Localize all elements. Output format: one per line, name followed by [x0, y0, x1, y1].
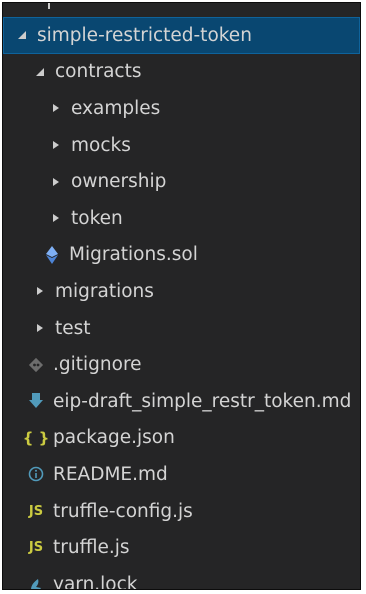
collapsed-arrow-icon	[33, 323, 47, 333]
tree-item-label: test	[55, 317, 91, 339]
collapsed-arrow-icon	[49, 103, 63, 113]
solidity-icon	[43, 245, 61, 264]
json-braces-icon: { }	[22, 428, 50, 447]
tree-file-package-json[interactable]: { } package.json	[3, 420, 360, 457]
git-icon	[27, 357, 45, 373]
tree-file-yarn-lock[interactable]: yarn.lock	[3, 566, 360, 590]
info-icon	[27, 466, 45, 482]
markdown-download-icon	[27, 392, 45, 410]
expanded-arrow-icon	[33, 67, 47, 77]
tree-file-truffle-config-js[interactable]: JS truffle-config.js	[3, 493, 360, 530]
file-explorer-panel: simple-restricted-token contracts exampl…	[2, 2, 361, 590]
tree-item-label: Migrations.sol	[69, 244, 198, 266]
tree-item-label: migrations	[55, 280, 154, 302]
tree-item-label: truffle.js	[53, 537, 130, 559]
tree-root-simple-restricted-token[interactable]: simple-restricted-token	[3, 17, 360, 54]
scroll-tick	[48, 3, 50, 9]
tree-item-label: .gitignore	[53, 354, 142, 376]
tree-folder-migrations[interactable]: migrations	[3, 273, 360, 310]
collapsed-arrow-icon	[33, 286, 47, 296]
tree-item-label: contracts	[55, 61, 142, 83]
collapsed-arrow-icon	[49, 177, 63, 187]
tree-item-label: examples	[71, 97, 161, 119]
javascript-icon: JS	[28, 503, 44, 519]
tree-folder-examples[interactable]: examples	[3, 90, 360, 127]
tree-folder-token[interactable]: token	[3, 200, 360, 237]
tree-folder-test[interactable]: test	[3, 310, 360, 347]
tree-file-eip-draft[interactable]: eip-draft_simple_restr_token.md	[3, 383, 360, 420]
tree-file-readme[interactable]: README.md	[3, 456, 360, 493]
tree-item-label: ownership	[71, 171, 167, 193]
tree-item-label: mocks	[71, 134, 131, 156]
tree-item-label: package.json	[53, 427, 175, 449]
yarn-icon	[27, 576, 45, 589]
expanded-arrow-icon	[15, 30, 29, 40]
collapsed-arrow-icon	[49, 213, 63, 223]
tree-folder-ownership[interactable]: ownership	[3, 163, 360, 200]
tree-file-gitignore[interactable]: .gitignore	[3, 346, 360, 383]
tree-folder-contracts[interactable]: contracts	[3, 54, 360, 91]
tree-file-migrations-sol[interactable]: Migrations.sol	[3, 237, 360, 274]
tree-item-label: truffle-config.js	[53, 500, 193, 522]
explorer-top-edge	[3, 3, 360, 17]
javascript-icon: JS	[28, 540, 44, 556]
tree-item-label: eip-draft_simple_restr_token.md	[53, 390, 352, 412]
tree-folder-mocks[interactable]: mocks	[3, 127, 360, 164]
tree-item-label: token	[71, 207, 123, 229]
tree-item-label: README.md	[53, 463, 168, 485]
tree-root-label: simple-restricted-token	[37, 24, 252, 46]
tree-file-truffle-js[interactable]: JS truffle.js	[3, 529, 360, 566]
tree-item-label: yarn.lock	[53, 573, 138, 590]
collapsed-arrow-icon	[49, 140, 63, 150]
